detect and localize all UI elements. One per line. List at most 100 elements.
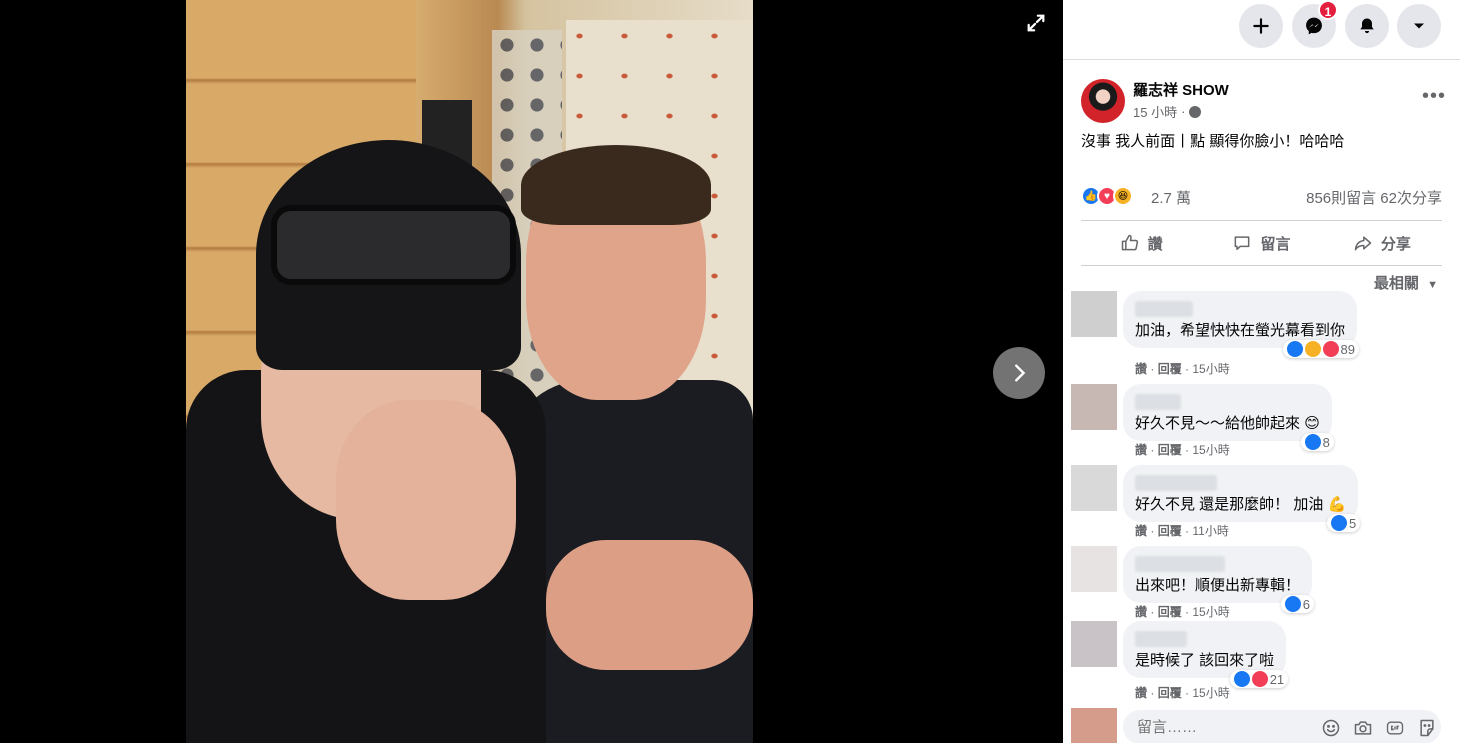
emoji-icon[interactable] (1321, 718, 1341, 738)
like-reaction-icon (1286, 341, 1303, 357)
more-icon[interactable]: ••• (1422, 85, 1446, 108)
comment-actions: 讚 · 回覆 · 15小時 (1135, 605, 1230, 619)
comment-reactions[interactable]: 6 (1280, 595, 1315, 613)
my-avatar[interactable] (1071, 708, 1117, 743)
comment-icon (1235, 236, 1250, 250)
comment-like-link[interactable]: 讚 (1135, 686, 1147, 700)
share-icon (1354, 236, 1372, 251)
comment-time[interactable]: 11小時 (1192, 524, 1228, 538)
commenter-name[interactable] (1135, 394, 1181, 410)
comment-text: 出來吧！順便出新專輯！ (1135, 577, 1301, 594)
expand-icon[interactable] (1022, 12, 1050, 40)
create-button[interactable] (1239, 4, 1283, 48)
comment-actions: 讚 · 回覆 · 15小時 (1135, 686, 1230, 700)
comment-reactions[interactable]: 21 (1229, 670, 1289, 688)
comment-reaction-count: 6 (1302, 596, 1311, 612)
comment-like-link[interactable]: 讚 (1135, 524, 1147, 538)
sort-label: 最相關 (1373, 275, 1419, 292)
comment-reactions[interactable]: 5 (1326, 514, 1361, 532)
like-label: 讚 (1147, 235, 1163, 253)
post-text: 沒事 我人前面丨點 顯得你臉小！哈哈哈 (1081, 133, 1345, 150)
comment-text: 是時候了 該回來了啦 (1135, 652, 1275, 669)
like-button[interactable]: 讚 (1081, 221, 1201, 265)
comment-reaction-count: 8 (1322, 434, 1330, 450)
commenter-name[interactable] (1135, 631, 1187, 647)
comment-reply-link[interactable]: 回覆 (1158, 362, 1182, 376)
author-avatar[interactable] (1081, 79, 1125, 123)
comment-time[interactable]: 15小時 (1192, 686, 1229, 700)
blush-emoji-icon: 😊 (1304, 415, 1320, 432)
share-label: 分享 (1380, 235, 1411, 253)
comment-text: 好久不見～～給他帥起來 😊 (1135, 412, 1320, 433)
gif-icon[interactable] (1385, 718, 1405, 738)
commenter-avatar[interactable] (1071, 291, 1117, 337)
comment-share-counts[interactable]: 856則留言 62次分享 (1306, 187, 1442, 208)
globe-icon (1189, 105, 1202, 118)
like-reaction-icon (1284, 596, 1301, 612)
notifications-button[interactable] (1345, 4, 1389, 48)
comment-like-link[interactable]: 讚 (1135, 443, 1147, 457)
comment-actions: 讚 · 回覆 · 15小時 (1135, 362, 1230, 376)
comment-composer (1071, 708, 1451, 743)
account-button[interactable] (1397, 4, 1441, 48)
commenter-avatar[interactable] (1071, 384, 1117, 430)
comment-bubble: 好久不見 還是那麼帥！ 加油 💪 5 (1123, 465, 1361, 532)
love-reaction-icon (1251, 671, 1268, 687)
camera-icon[interactable] (1353, 718, 1373, 738)
haha-reaction-icon: 😆 (1113, 186, 1133, 206)
commenter-name[interactable] (1135, 556, 1225, 572)
bell-icon (1360, 18, 1374, 34)
commenter-avatar[interactable] (1071, 546, 1117, 592)
comment-like-link[interactable]: 讚 (1135, 362, 1147, 376)
love-reaction-icon (1322, 341, 1339, 357)
like-reaction-icon (1304, 434, 1321, 450)
comment-reply-link[interactable]: 回覆 (1158, 605, 1182, 619)
haha-reaction-icon (1304, 341, 1321, 357)
comment-reaction-count: 21 (1269, 671, 1285, 687)
commenter-name[interactable] (1135, 301, 1193, 317)
caret-down-icon (1414, 23, 1424, 29)
messenger-badge: 1 (1318, 0, 1338, 20)
comment-reply-link[interactable]: 回覆 (1158, 524, 1182, 538)
like-reaction-icon (1330, 515, 1347, 531)
author-name[interactable]: 羅志祥 SHOW (1133, 79, 1229, 100)
photo-viewer (0, 0, 1063, 743)
post-meta: 15 小時 · (1133, 102, 1202, 121)
flexed-biceps-icon: 💪 (1327, 496, 1347, 513)
chevron-right-icon (1015, 364, 1026, 382)
post-actions: 讚 留言 分享 (1081, 220, 1442, 266)
comment-actions: 讚 · 回覆 · 15小時 (1135, 443, 1230, 457)
comment-reply-link[interactable]: 回覆 (1158, 686, 1182, 700)
comment-text-body: 好久不見 還是那麼帥！ 加油 (1135, 496, 1324, 513)
comment-time[interactable]: 15小時 (1192, 605, 1229, 619)
commenter-avatar[interactable] (1071, 465, 1117, 511)
reactions-summary: 👍 ♥ 😆 2.7 萬 856則留言 62次分享 (1081, 184, 1442, 210)
comment-bubble: 出來吧！順便出新專輯！ 6 (1123, 546, 1315, 613)
comment-time[interactable]: 15小時 (1192, 362, 1229, 376)
reaction-count[interactable]: 2.7 萬 (1151, 187, 1191, 208)
post-photo[interactable] (186, 0, 753, 743)
comment-reactions[interactable]: 89 (1282, 340, 1360, 358)
comment-like-link[interactable]: 讚 (1135, 605, 1147, 619)
messenger-button[interactable]: 1 (1292, 0, 1338, 48)
comment-button[interactable]: 留言 (1201, 221, 1321, 265)
comment-bubble: 是時候了 該回來了啦 21 (1123, 621, 1289, 688)
comment-reaction-count: 5 (1348, 515, 1357, 531)
commenter-avatar[interactable] (1071, 621, 1117, 667)
comment-label: 留言 (1260, 235, 1291, 253)
plus-icon (1253, 18, 1269, 34)
caret-down-icon: ▼ (1427, 279, 1438, 291)
like-reaction-icon (1233, 671, 1250, 687)
next-photo-button[interactable] (993, 347, 1045, 399)
comment-sort-dropdown[interactable]: 最相關 ▼ (1374, 272, 1438, 293)
comment-reactions[interactable]: 8 (1300, 433, 1334, 451)
share-button[interactable]: 分享 (1322, 221, 1442, 265)
post-time[interactable]: 15 小時 (1133, 102, 1177, 121)
comment-reaction-count: 89 (1340, 341, 1356, 357)
commenter-name[interactable] (1135, 475, 1217, 491)
comment-time[interactable]: 15小時 (1192, 443, 1229, 457)
comment-reply-link[interactable]: 回覆 (1158, 443, 1182, 457)
sticker-icon[interactable] (1417, 718, 1437, 738)
comment-text-body: 好久不見～～給他帥起來 (1135, 415, 1301, 432)
reaction-icons[interactable]: 👍 ♥ 😆 (1081, 186, 1133, 206)
